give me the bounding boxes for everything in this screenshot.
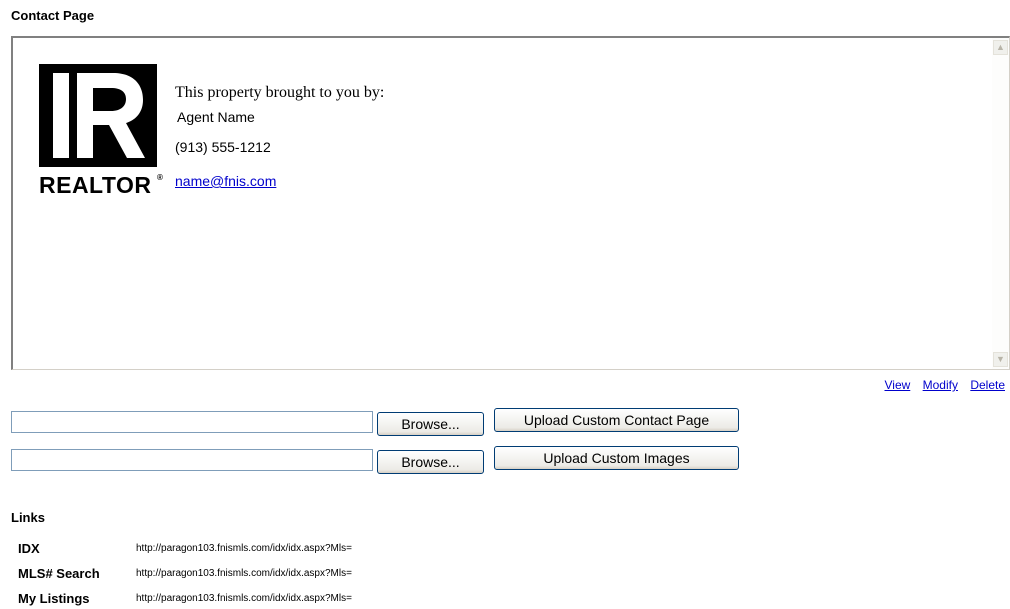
agent-email-link[interactable]: name@fnis.com: [175, 173, 276, 189]
scroll-down-arrow-icon[interactable]: ▼: [993, 352, 1008, 367]
scroll-up-arrow-icon[interactable]: ▲: [993, 40, 1008, 55]
brought-to-you-by-text: This property brought to you by:: [175, 84, 385, 101]
registered-mark: ®: [157, 173, 163, 182]
contact-page-preview-frame[interactable]: REALTOR ® This property brought to you b…: [11, 36, 1010, 370]
modify-link[interactable]: Modify: [923, 378, 958, 392]
custom-images-file-field[interactable]: [11, 449, 373, 471]
preview-vertical-scrollbar[interactable]: ▲ ▼: [992, 38, 1009, 369]
agent-phone: (913) 555-1212: [175, 139, 271, 155]
link-url[interactable]: http://paragon103.fnismls.com/idx/idx.as…: [136, 568, 352, 579]
upload-custom-images-button[interactable]: Upload Custom Images: [494, 446, 739, 470]
upload-custom-contact-page-button[interactable]: Upload Custom Contact Page: [494, 408, 739, 432]
realtor-logo-icon: REALTOR ®: [39, 64, 165, 202]
contact-page-actions: View Modify Delete: [875, 378, 1005, 392]
agent-name: Agent Name: [177, 109, 255, 125]
links-heading: Links: [11, 510, 45, 525]
view-link[interactable]: View: [884, 378, 910, 392]
link-label: IDX: [18, 541, 40, 556]
delete-link[interactable]: Delete: [970, 378, 1005, 392]
link-label: MLS# Search: [18, 566, 100, 581]
link-label: My Listings: [18, 591, 90, 606]
link-url[interactable]: http://paragon103.fnismls.com/idx/idx.as…: [136, 593, 352, 604]
contact-page-heading: Contact Page: [11, 8, 95, 23]
contact-page-file-field[interactable]: [11, 411, 373, 433]
browse-button[interactable]: Browse...: [377, 412, 484, 436]
realtor-logo-box: [39, 64, 157, 167]
contact-page-preview-content: REALTOR ® This property brought to you b…: [13, 38, 992, 369]
browse-button[interactable]: Browse...: [377, 450, 484, 474]
link-url[interactable]: http://paragon103.fnismls.com/idx/idx.as…: [136, 543, 352, 554]
realtor-logo-wordmark: REALTOR: [39, 172, 152, 198]
